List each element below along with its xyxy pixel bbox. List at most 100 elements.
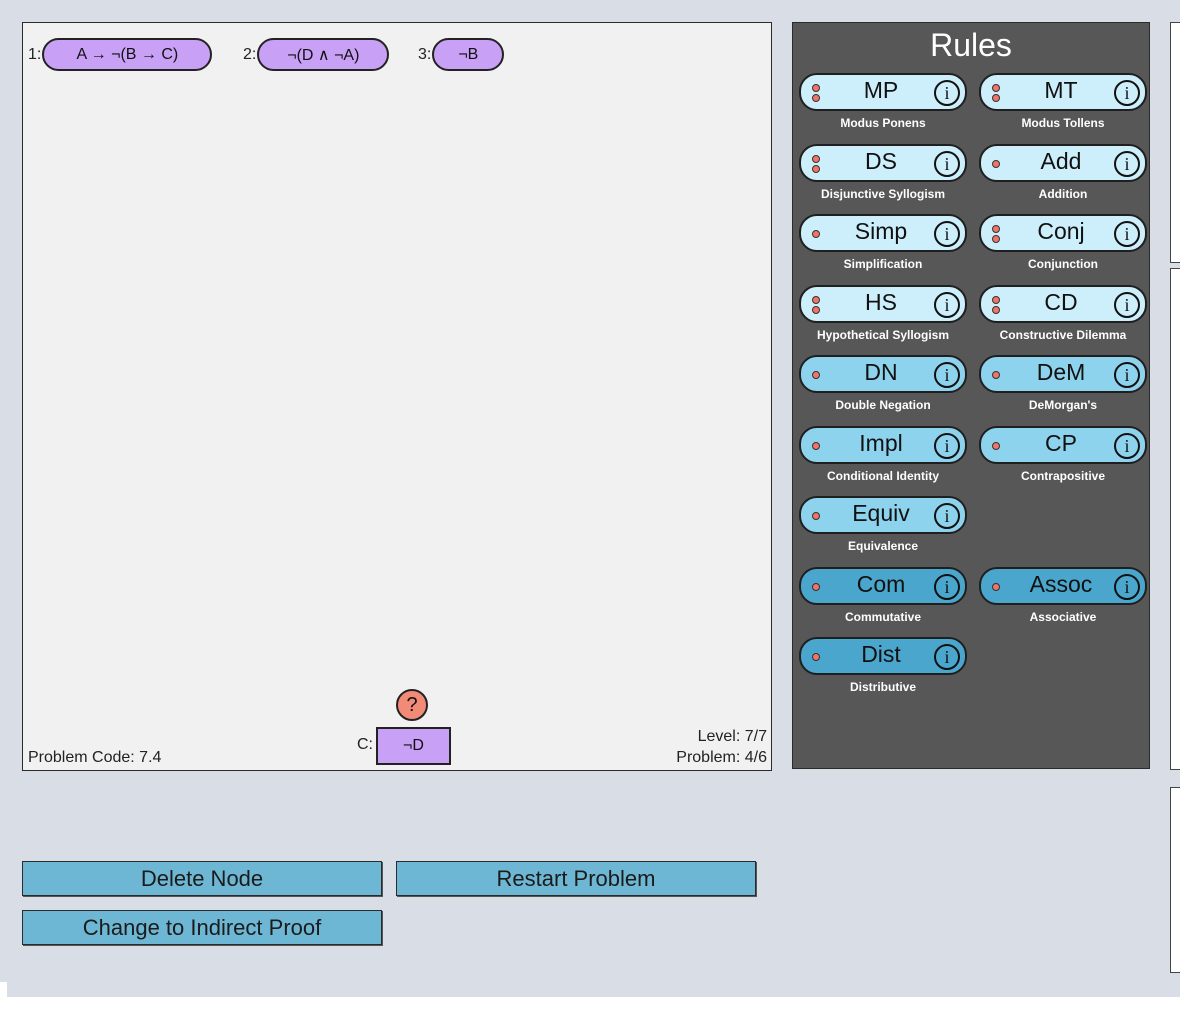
premise-number: 3: [418, 45, 432, 63]
rule-button-hs[interactable]: HS i [799, 284, 967, 323]
rule-full-name: Disjunctive Syllogism [820, 186, 946, 201]
rule-mp: MP i Modus Ponens [799, 73, 967, 130]
input-port-dot [992, 235, 1000, 243]
input-port-dot [812, 653, 820, 661]
rule-add: Add i Addition [979, 143, 1147, 201]
premise-2: 2: ¬(D ∧ ¬A) [243, 38, 390, 71]
info-icon[interactable]: i [934, 291, 960, 318]
premise-node[interactable]: ¬B [432, 38, 505, 71]
rule-full-name: Modus Ponens [840, 116, 926, 130]
rule-full-name: Contrapositive [1020, 468, 1105, 483]
premise-node[interactable]: A → ¬(B → C) [42, 38, 213, 71]
rule-abbreviation: MT [1044, 77, 1078, 103]
info-icon[interactable]: i [1114, 221, 1140, 247]
rule-full-name: DeMorgan's [1028, 398, 1098, 412]
corner-notch [0, 982, 7, 997]
info-icon[interactable]: i [934, 432, 960, 459]
input-port-dot [812, 164, 820, 173]
input-port-dot [992, 225, 1000, 233]
rule-simp: Simp i Simplification [799, 214, 967, 271]
rule-full-name: Modus Tollens [1021, 116, 1105, 130]
rule-button-assoc[interactable]: Assoc i [979, 566, 1147, 605]
rule-abbreviation: DN [864, 359, 898, 385]
input-port-dot [812, 84, 820, 92]
side-panel-edge [1170, 787, 1180, 973]
info-icon[interactable]: i [934, 573, 960, 600]
rule-button-ds[interactable]: DS i [799, 143, 967, 182]
info-icon[interactable]: i [934, 221, 960, 247]
rule-full-name: Commutative [844, 609, 921, 624]
rule-full-name: Associative [1029, 609, 1097, 624]
info-icon[interactable]: i [934, 150, 960, 177]
rule-abbreviation: Com [856, 570, 906, 597]
rule-button-dn[interactable]: DN i [799, 355, 967, 393]
rule-button-conj[interactable]: Conj i [979, 214, 1147, 252]
info-icon[interactable]: i [934, 644, 960, 670]
info-icon[interactable]: i [1114, 432, 1140, 459]
rule-button-add[interactable]: Add i [979, 143, 1147, 182]
rule-equiv: Equiv i Equivalence [799, 496, 967, 553]
rule-button-com[interactable]: Com i [799, 566, 967, 605]
rules-panel: Rules MP i Modus Ponens MT i Modus Tollens DS i… [792, 22, 1150, 769]
goal-label: C: [357, 736, 373, 753]
rule-button-mt[interactable]: MT i [979, 73, 1147, 111]
rule-com: Com i Commutative [799, 566, 967, 624]
premise-number: 2: [243, 45, 257, 63]
premise-node[interactable]: ¬(D ∧ ¬A) [257, 38, 390, 71]
rule-full-name: Constructive Dilemma [999, 327, 1127, 342]
rule-abbreviation: CP [1045, 429, 1077, 456]
rule-button-dist[interactable]: Dist i [799, 637, 967, 675]
rule-mt: MT i Modus Tollens [979, 73, 1147, 130]
rule-button-dem[interactable]: DeM i [979, 355, 1147, 393]
input-port-dot [812, 154, 820, 163]
premise-3: 3: ¬B [418, 38, 505, 71]
rule-abbreviation: Simp [854, 218, 908, 244]
rule-button-equiv[interactable]: Equiv i [799, 496, 967, 534]
side-panel-edge [1170, 268, 1180, 770]
rule-button-simp[interactable]: Simp i [799, 214, 967, 252]
rule-button-impl[interactable]: Impl i [799, 425, 967, 464]
goal-node[interactable]: ¬D [376, 727, 451, 765]
level-info: Level: 7/7 Problem: 4/6 [676, 726, 767, 768]
input-port-dot [812, 295, 820, 304]
info-icon[interactable]: i [1114, 291, 1140, 318]
delete-node-button[interactable]: Delete Node [22, 861, 382, 896]
indirect-proof-button[interactable]: Change to Indirect Proof [22, 910, 382, 945]
rule-assoc: Assoc i Associative [979, 566, 1147, 624]
rule-button-mp[interactable]: MP i [799, 73, 967, 111]
rule-abbreviation: Conj [1037, 218, 1085, 244]
info-icon[interactable]: i [934, 503, 960, 529]
level-text: Level: 7/7 [697, 728, 767, 745]
info-icon[interactable]: i [1114, 573, 1140, 600]
rule-dist: Dist i Distributive [799, 637, 967, 694]
rule-button-cd[interactable]: CD i [979, 284, 1147, 323]
input-port-dot [812, 512, 820, 520]
restart-problem-button[interactable]: Restart Problem [396, 861, 756, 896]
info-icon[interactable]: i [934, 80, 960, 106]
input-port-dot [992, 84, 1000, 92]
rule-full-name: Simplification [843, 257, 923, 271]
info-icon[interactable]: i [934, 362, 960, 388]
input-port-dot [992, 582, 1000, 591]
input-port-dot [992, 441, 1000, 450]
rule-dem: DeM i DeMorgan's [979, 355, 1147, 412]
info-icon[interactable]: i [1114, 150, 1140, 177]
info-icon[interactable]: i [1114, 362, 1140, 388]
rule-ds: DS i Disjunctive Syllogism [799, 143, 967, 201]
proof-canvas[interactable]: 1: A → ¬(B → C) 2: ¬(D ∧ ¬A) 3: ¬B ? C: … [22, 22, 772, 771]
rule-hs: HS i Hypothetical Syllogism [799, 284, 967, 342]
rule-full-name: Distributive [849, 680, 916, 694]
input-port-dot [812, 582, 820, 591]
rule-full-name: Conjunction [1028, 257, 1098, 271]
input-port-dot [992, 305, 1000, 314]
question-mark-icon[interactable]: ? [396, 689, 428, 721]
rule-abbreviation: Dist [861, 641, 901, 667]
rule-abbreviation: Assoc [1029, 570, 1093, 597]
rule-full-name: Conditional Identity [827, 468, 939, 483]
info-icon[interactable]: i [1114, 80, 1140, 106]
rule-conj: Conj i Conjunction [979, 214, 1147, 271]
rule-abbreviation: CD [1044, 288, 1078, 315]
input-port-dot [812, 230, 820, 238]
rule-abbreviation: HS [865, 288, 897, 315]
rule-button-cp[interactable]: CP i [979, 425, 1147, 464]
